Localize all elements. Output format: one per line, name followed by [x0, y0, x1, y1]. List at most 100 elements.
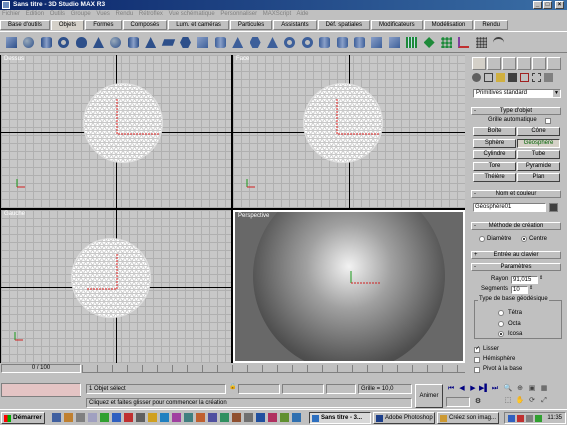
quicklaunch-ie-icon[interactable] — [52, 413, 61, 422]
tray-icon-1[interactable] — [508, 415, 515, 422]
quicklaunch-app13-icon[interactable] — [232, 413, 241, 422]
rollout-parameters[interactable]: - Paramètres — [471, 263, 561, 271]
zoom-all-icon[interactable]: ⊕ — [515, 384, 525, 393]
quicklaunch-app11-icon[interactable] — [208, 413, 217, 422]
menu-tools[interactable]: Outils — [50, 11, 65, 17]
maxscript-line[interactable] — [1, 396, 81, 408]
chamfer-box-icon[interactable] — [195, 35, 210, 50]
object-name-field[interactable]: Géosphère01 — [473, 203, 546, 212]
primitive-button-3[interactable]: Géosphère — [517, 138, 560, 148]
viewport-front[interactable]: Face — [233, 55, 465, 208]
menu-customize[interactable]: Personnaliser — [220, 11, 257, 17]
capsule-icon[interactable] — [335, 35, 350, 50]
clock[interactable]: 11:35 — [547, 415, 562, 421]
tab-1[interactable]: Objets — [50, 20, 85, 30]
min-max-toggle-icon[interactable]: ⤢ — [539, 396, 549, 405]
hemisphere-checkbox[interactable] — [474, 357, 480, 363]
plane-icon[interactable] — [161, 35, 176, 50]
tab-2[interactable]: Formes — [85, 20, 122, 30]
utilities-tab-icon[interactable] — [547, 57, 561, 70]
minimize-button[interactable]: _ — [533, 1, 542, 9]
tab-8[interactable]: Modificateurs — [370, 20, 423, 30]
geosphere-wireframe[interactable] — [303, 83, 383, 163]
tray-icon-2[interactable] — [517, 415, 524, 422]
next-frame-icon[interactable]: ▶▌ — [479, 384, 489, 393]
torus-knot-icon[interactable] — [282, 35, 297, 50]
start-button[interactable]: Démarrer — [1, 412, 45, 424]
ringwave-icon[interactable] — [300, 35, 315, 50]
quicklaunch-app7-icon[interactable] — [160, 413, 169, 422]
center-radio[interactable] — [521, 236, 527, 242]
cameras-icon[interactable] — [508, 73, 517, 82]
spray-icon[interactable] — [474, 35, 489, 50]
tab-4[interactable]: Lum. et caméras — [168, 20, 229, 30]
region-zoom-icon[interactable]: ⬚ — [503, 396, 513, 405]
spacewarps-icon[interactable] — [532, 73, 541, 82]
modify-tab-icon[interactable] — [487, 57, 501, 70]
menu-help[interactable]: Aide — [296, 11, 308, 17]
quicklaunch-app2-icon[interactable] — [100, 413, 109, 422]
lights-icon[interactable] — [496, 73, 505, 82]
segments-spinner[interactable]: ⇕ — [529, 284, 533, 292]
segments-field[interactable]: 10 — [511, 286, 528, 294]
coord-z-field[interactable] — [326, 384, 356, 394]
primitive-button-1[interactable]: Cône — [517, 127, 560, 136]
geosphere-wireframe[interactable] — [83, 83, 163, 163]
pick-icon[interactable] — [456, 35, 471, 50]
menu-schematic[interactable]: Vue schématique — [169, 11, 215, 17]
pan-icon[interactable]: ✋ — [515, 396, 525, 405]
menu-views[interactable]: Vues — [96, 11, 109, 17]
quicklaunch-app12-icon[interactable] — [220, 413, 229, 422]
tab-6[interactable]: Assistants — [273, 20, 317, 30]
primitive-button-9[interactable]: Plan — [517, 173, 560, 182]
oiltank-icon[interactable] — [213, 35, 228, 50]
menu-edit[interactable]: Edition — [26, 11, 44, 17]
primitive-button-5[interactable]: Tube — [517, 150, 560, 159]
quicklaunch-desktop-icon[interactable] — [76, 413, 85, 422]
rollout-keyboard-entry[interactable]: + Entrée au clavier — [471, 251, 561, 259]
time-config-icon[interactable]: ⚙ — [473, 397, 483, 406]
l-ext-icon[interactable] — [369, 35, 384, 50]
zoom-icon[interactable]: 🔍 — [503, 384, 513, 393]
quicklaunch-app14-icon[interactable] — [244, 413, 253, 422]
quicklaunch-app4-icon[interactable] — [124, 413, 133, 422]
quicklaunch-app17-icon[interactable] — [280, 413, 289, 422]
arc-rotate-icon[interactable]: ⟳ — [527, 396, 537, 405]
animate-button[interactable]: Animer — [415, 384, 443, 408]
tab-10[interactable]: Rendu — [474, 20, 509, 30]
quicklaunch-mail-icon[interactable] — [64, 413, 73, 422]
primitive-button-2[interactable]: Sphère — [473, 138, 516, 148]
pyramid-icon[interactable] — [143, 35, 158, 50]
display-tab-icon[interactable] — [532, 57, 546, 70]
tab-9[interactable]: Modélisation — [423, 20, 474, 30]
shapes-icon[interactable] — [484, 73, 493, 82]
viewport-top[interactable]: Dessus — [1, 55, 231, 208]
sphere-icon[interactable] — [21, 35, 36, 50]
rollout-creation-method[interactable]: - Méthode de création — [471, 222, 561, 230]
tray-icon-4[interactable] — [535, 415, 542, 422]
helpers-icon[interactable] — [520, 73, 529, 82]
radius-spinner[interactable]: ⇕ — [539, 274, 543, 282]
category-dropdown[interactable]: Primitives standard ▼ — [473, 89, 561, 98]
systems-icon[interactable] — [544, 73, 553, 82]
tube-icon[interactable] — [126, 35, 141, 50]
quicklaunch-app15-icon[interactable] — [256, 413, 265, 422]
quicklaunch-app6-icon[interactable] — [148, 413, 157, 422]
task-button-0[interactable]: Sans titre - 3... — [309, 412, 371, 424]
rollout-object-type[interactable]: - Type d'objet — [471, 107, 561, 115]
box-icon[interactable] — [4, 35, 19, 50]
create-tab-icon[interactable] — [472, 57, 486, 70]
geosphere-wireframe[interactable] — [71, 238, 151, 318]
torus-icon[interactable] — [56, 35, 71, 50]
tab-3[interactable]: Composés — [122, 20, 168, 30]
icosa-radio[interactable] — [498, 331, 504, 337]
quicklaunch-app9-icon[interactable] — [184, 413, 193, 422]
rollout-name-color[interactable]: - Nom et couleur — [471, 190, 561, 198]
base-pivot-checkbox[interactable] — [474, 367, 480, 373]
task-button-2[interactable]: Créez son imag... — [437, 412, 499, 424]
hedra-icon[interactable] — [178, 35, 193, 50]
viewport-label-front[interactable]: Face — [236, 56, 249, 62]
smooth-checkbox[interactable] — [474, 345, 480, 353]
tetra-radio[interactable] — [498, 310, 504, 316]
octa-radio[interactable] — [498, 321, 504, 327]
